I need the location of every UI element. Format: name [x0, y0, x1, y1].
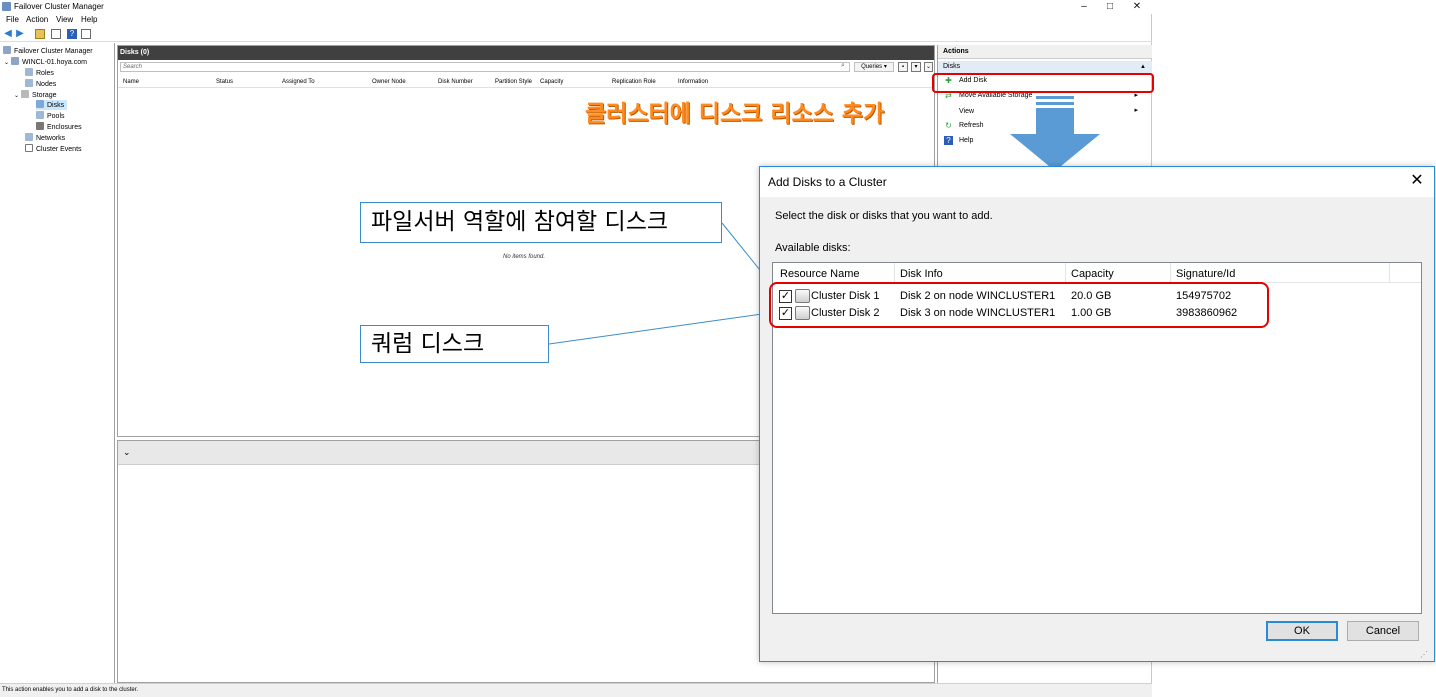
tree-disks[interactable]: Disks: [36, 100, 68, 110]
blank-icon: [944, 105, 953, 114]
action-refresh[interactable]: ↻ Refresh: [944, 120, 983, 132]
tree-networks[interactable]: Networks: [25, 133, 65, 143]
enclosures-icon: [36, 122, 44, 130]
col-disk-number[interactable]: Disk Number: [438, 79, 473, 85]
col-assigned-to[interactable]: Assigned To: [282, 79, 315, 85]
add-disk-highlight: [932, 73, 1154, 93]
ok-button[interactable]: OK: [1266, 621, 1338, 641]
col-partition-style[interactable]: Partition Style: [495, 79, 532, 85]
up-folder-icon[interactable]: [35, 29, 45, 39]
chevron-down-icon[interactable]: ⌄: [14, 93, 19, 99]
queries-button[interactable]: Queries ▾: [854, 62, 894, 72]
empty-list-message: No items found.: [503, 254, 546, 260]
show-hide-tree-icon[interactable]: [51, 29, 61, 39]
caption-add-disk-resource: 클러스터에 디스크 리소스 추가: [585, 101, 885, 127]
forward-icon[interactable]: ▶: [15, 29, 25, 39]
actions-section-disks[interactable]: Disks ▲: [938, 61, 1152, 73]
selected-disks-highlight: [769, 282, 1269, 328]
col-name[interactable]: Name: [123, 79, 139, 85]
col-capacity[interactable]: Capacity: [540, 79, 563, 85]
collapse-up-icon[interactable]: ▲: [1140, 61, 1146, 73]
dropdown-icon[interactable]: ▾: [911, 62, 921, 72]
cancel-button[interactable]: Cancel: [1347, 621, 1419, 641]
help-icon: ?: [944, 136, 953, 145]
actions-title: Actions: [938, 45, 1152, 59]
title-bar: Failover Cluster Manager – □ ✕: [0, 0, 1152, 14]
pools-icon: [36, 111, 44, 119]
toolbar: ◀ ▶ ?: [0, 27, 1152, 42]
tree-cluster[interactable]: ⌄ WINCL-01.hoya.com: [4, 57, 87, 67]
down-arrow-icon: [1010, 96, 1100, 171]
tree-nodes[interactable]: Nodes: [25, 79, 56, 89]
col-replication-role[interactable]: Replication Role: [612, 79, 656, 85]
available-disks-label: Available disks:: [775, 242, 851, 254]
col-disk-info[interactable]: Disk Info: [900, 268, 943, 282]
refresh-icon: ↻: [945, 121, 952, 130]
col-status[interactable]: Status: [216, 79, 233, 85]
show-hide-action-pane-icon[interactable]: [81, 29, 91, 39]
storage-icon: [21, 90, 30, 98]
tree-storage[interactable]: ⌄ Storage: [14, 90, 57, 100]
pane-header: Disks (0): [118, 46, 934, 60]
chevron-down-icon[interactable]: ⌄: [4, 60, 9, 66]
cluster-manager-icon: [3, 46, 11, 54]
callout-quorum-disk: 쿼럼 디스크: [360, 325, 549, 363]
dialog-close-button[interactable]: ✕: [1406, 171, 1428, 193]
maximize-button[interactable]: □: [1096, 0, 1124, 14]
col-capacity[interactable]: Capacity: [1071, 268, 1114, 282]
list-header: Resource Name Disk Info Capacity Signatu…: [773, 263, 1421, 283]
disks-icon: [36, 100, 44, 108]
menu-help[interactable]: Help: [81, 15, 97, 24]
window-title: Failover Cluster Manager: [14, 2, 104, 11]
column-divider[interactable]: [1170, 263, 1171, 283]
close-button[interactable]: ✕: [1123, 0, 1151, 14]
column-header-row: Name Status Assigned To Owner Node Disk …: [118, 76, 934, 88]
collapse-icon[interactable]: ⌄: [924, 62, 933, 72]
menu-view[interactable]: View: [56, 15, 73, 24]
menu-action[interactable]: Action: [26, 15, 48, 24]
minimize-button[interactable]: –: [1070, 0, 1098, 14]
chevron-down-icon[interactable]: ⌄: [123, 447, 131, 458]
tree-root[interactable]: Failover Cluster Manager: [3, 46, 93, 56]
resize-grip-icon[interactable]: ⋰: [1420, 650, 1428, 659]
networks-icon: [25, 133, 33, 141]
submenu-arrow-icon: ▸: [1134, 107, 1138, 114]
col-resource-name[interactable]: Resource Name: [780, 268, 859, 282]
col-owner-node[interactable]: Owner Node: [372, 79, 406, 85]
tree-cluster-events[interactable]: Cluster Events: [25, 144, 82, 154]
callout-file-server-disk: 파일서버 역할에 참여할 디스크: [360, 202, 722, 243]
nodes-icon: [25, 79, 33, 87]
tree-enclosures[interactable]: Enclosures: [36, 122, 82, 132]
menu-file[interactable]: File: [6, 15, 19, 24]
search-icon[interactable]: ⌕: [841, 62, 845, 70]
add-disks-dialog: Add Disks to a Cluster ✕ Select the disk…: [759, 166, 1435, 662]
navigation-tree: Failover Cluster Manager ⌄ WINCL-01.hoya.…: [0, 43, 115, 683]
column-divider[interactable]: [894, 263, 895, 283]
action-help[interactable]: ? Help: [944, 135, 973, 147]
save-query-icon[interactable]: ▪: [898, 62, 908, 72]
col-information[interactable]: Information: [678, 79, 708, 85]
menu-bar: File Action View Help: [0, 14, 1152, 27]
dialog-title: Add Disks to a Cluster: [768, 175, 887, 189]
help-toolbar-icon[interactable]: ?: [67, 29, 77, 39]
column-divider[interactable]: [1065, 263, 1066, 283]
cluster-icon: [11, 57, 20, 65]
back-icon[interactable]: ◀: [3, 29, 13, 39]
dialog-body: Select the disk or disks that you want t…: [760, 198, 1434, 661]
status-bar: This action enables you to add a disk to…: [0, 683, 1152, 697]
app-icon: [2, 2, 11, 11]
cluster-events-icon: [25, 144, 33, 152]
search-input[interactable]: Search: [120, 62, 850, 72]
col-signature-id[interactable]: Signature/Id: [1176, 268, 1235, 282]
column-divider[interactable]: [1389, 263, 1390, 283]
tree-roles[interactable]: Roles: [25, 68, 54, 78]
roles-icon: [25, 68, 33, 76]
tree-pools[interactable]: Pools: [36, 111, 65, 121]
dialog-instruction: Select the disk or disks that you want t…: [775, 210, 993, 222]
